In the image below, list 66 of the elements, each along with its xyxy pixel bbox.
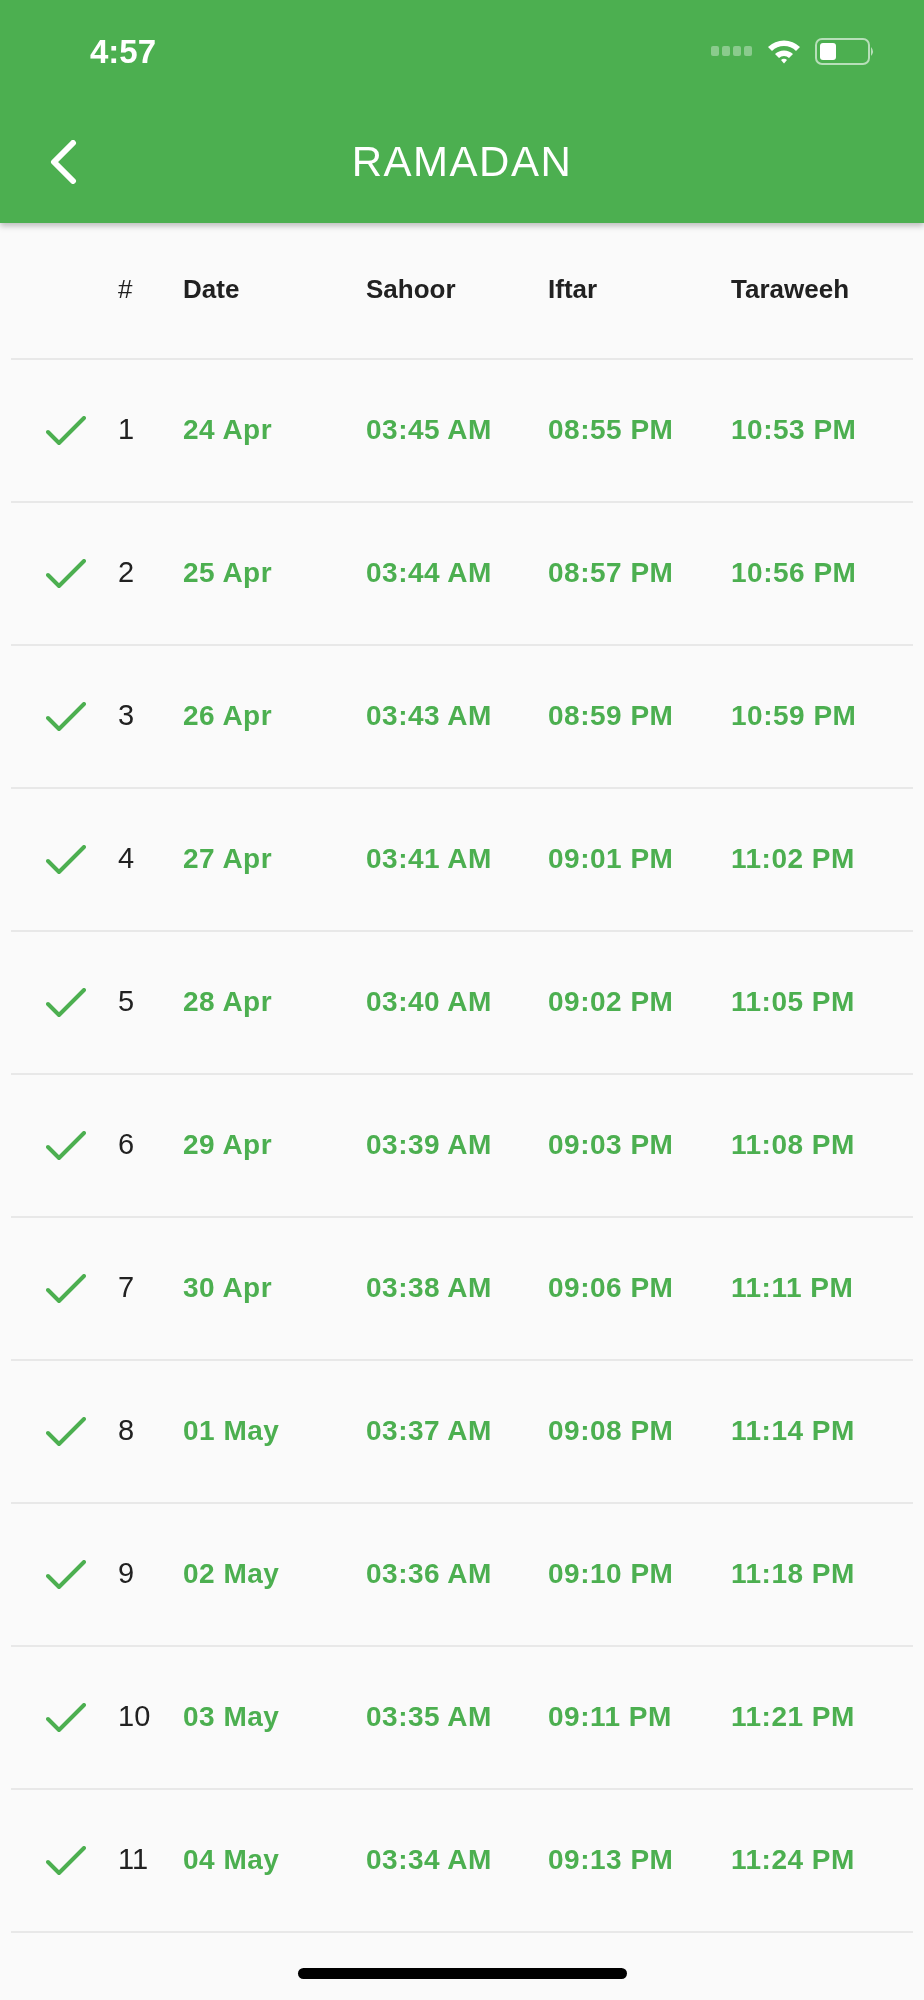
iftar-time: 08:57 PM: [548, 556, 674, 588]
column-header: #: [118, 274, 133, 304]
iftar-time: 09:13 PM: [548, 1843, 674, 1875]
sahoor-time: 03:40 AM: [366, 985, 492, 1017]
sahoor-time: 03:41 AM: [366, 842, 492, 874]
taraweeh-time: 11:18 PM: [731, 1557, 855, 1589]
date-cell: 04 May: [183, 1843, 280, 1875]
battery-icon: [815, 37, 875, 65]
column-header: Iftar: [548, 274, 598, 304]
row-number: 9: [118, 1557, 135, 1589]
column-header: Sahoor: [366, 274, 456, 304]
signal-dots-icon: [711, 46, 753, 56]
taraweeh-time: 11:11 PM: [731, 1271, 854, 1303]
date-cell: 02 May: [183, 1557, 280, 1589]
sahoor-time: 03:36 AM: [366, 1557, 492, 1589]
row-number: 7: [118, 1271, 135, 1303]
iftar-time: 08:59 PM: [548, 699, 674, 731]
sahoor-time: 03:35 AM: [366, 1700, 492, 1732]
row-number: 5: [118, 985, 135, 1017]
date-cell: 24 Apr: [183, 413, 273, 445]
iftar-time: 09:02 PM: [548, 985, 674, 1017]
taraweeh-time: 11:21 PM: [731, 1700, 855, 1732]
date-cell: 25 Apr: [183, 556, 273, 588]
iftar-time: 09:01 PM: [548, 842, 674, 874]
taraweeh-time: 11:14 PM: [731, 1414, 855, 1446]
row-number: 1: [118, 413, 135, 445]
taraweeh-time: 11:24 PM: [731, 1843, 855, 1875]
row-number: 3: [118, 699, 135, 731]
date-cell: 29 Apr: [183, 1128, 273, 1160]
iftar-time: 09:10 PM: [548, 1557, 674, 1589]
sahoor-time: 03:43 AM: [366, 699, 492, 731]
sahoor-time: 03:38 AM: [366, 1271, 492, 1303]
date-cell: 27 Apr: [183, 842, 273, 874]
wifi-icon: [767, 38, 801, 64]
status-time: 4:57: [90, 34, 157, 68]
taraweeh-time: 11:08 PM: [731, 1128, 855, 1160]
row-number: 6: [118, 1128, 135, 1160]
row-number: 8: [118, 1414, 135, 1446]
taraweeh-time: 10:53 PM: [731, 413, 857, 445]
row-number: 2: [118, 556, 135, 588]
date-cell: 03 May: [183, 1700, 280, 1732]
sahoor-time: 03:45 AM: [366, 413, 492, 445]
date-cell: 30 Apr: [183, 1271, 273, 1303]
column-header: Taraweeh: [731, 274, 849, 304]
sahoor-time: 03:39 AM: [366, 1128, 492, 1160]
row-number: 4: [118, 842, 135, 874]
taraweeh-time: 11:02 PM: [731, 842, 855, 874]
iftar-time: 09:08 PM: [548, 1414, 674, 1446]
page-title: RAMADAN: [351, 140, 573, 183]
taraweeh-time: 10:56 PM: [731, 556, 857, 588]
taraweeh-time: 11:05 PM: [731, 985, 855, 1017]
iftar-time: 08:55 PM: [548, 413, 674, 445]
row-number: 10: [118, 1700, 151, 1732]
iftar-time: 09:03 PM: [548, 1128, 674, 1160]
sahoor-time: 03:44 AM: [366, 556, 492, 588]
taraweeh-time: 10:59 PM: [731, 699, 857, 731]
chevron-left-icon: [49, 139, 77, 184]
date-cell: 01 May: [183, 1414, 280, 1446]
sahoor-time: 03:34 AM: [366, 1843, 492, 1875]
iftar-time: 09:11 PM: [548, 1700, 672, 1732]
date-cell: 26 Apr: [183, 699, 273, 731]
date-cell: 28 Apr: [183, 985, 273, 1017]
sahoor-time: 03:37 AM: [366, 1414, 492, 1446]
column-header: Date: [183, 274, 240, 304]
iftar-time: 09:06 PM: [548, 1271, 674, 1303]
row-number: 11: [118, 1843, 149, 1875]
